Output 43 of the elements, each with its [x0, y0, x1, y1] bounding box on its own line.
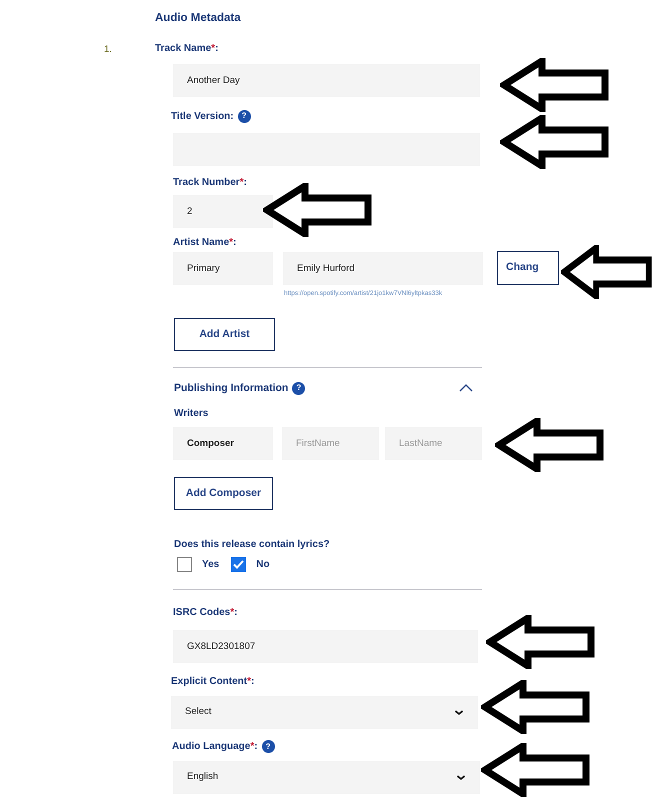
explicit-content-label: Explicit Content*:: [171, 676, 254, 688]
arrow-icon: [486, 615, 596, 669]
isrc-label: ISRC Codes*:: [173, 607, 238, 619]
title-version-label: Title Version:: [171, 111, 234, 122]
arrow-icon: [500, 58, 610, 112]
artist-name-label: Artist Name*:: [173, 237, 236, 249]
track-name-label: Track Name*:: [155, 43, 218, 55]
writers-label: Writers: [174, 408, 208, 420]
dropdown-chevron-icon[interactable]: [454, 709, 464, 716]
audio-language-label: Audio Language*:: [172, 740, 258, 752]
checkbox-label[interactable]: No: [256, 558, 270, 570]
arrow-icon: [481, 743, 591, 797]
arrow-icon: [481, 680, 591, 734]
section-heading: Publishing Information: [174, 382, 288, 394]
add-composer-button[interactable]: Add Composer: [174, 477, 273, 510]
input-field[interactable]: 2: [173, 195, 273, 228]
add-artist-button[interactable]: Add Artist: [174, 318, 275, 351]
track-index: 1.: [104, 43, 112, 57]
section-title: Audio Metadata: [155, 11, 241, 26]
help-icon[interactable]: ?: [262, 740, 275, 753]
lyrics-question: Does this release contain lyrics?: [174, 539, 330, 551]
dropdown-chevron-icon[interactable]: [456, 774, 466, 781]
arrow-icon: [561, 245, 653, 299]
input-field[interactable]: FirstName: [282, 427, 379, 460]
input-field[interactable]: Primary: [173, 252, 273, 285]
checkbox-label[interactable]: Yes: [202, 558, 220, 570]
help-icon[interactable]: ?: [238, 110, 251, 123]
track-number-label: Track Number*:: [173, 177, 247, 189]
checkbox[interactable]: [231, 557, 246, 572]
arrow-icon: [495, 418, 605, 472]
checkbox[interactable]: [177, 557, 192, 572]
change-button[interactable]: Chang: [497, 251, 559, 285]
input-field[interactable]: Emily Hurford: [283, 252, 483, 285]
select-field[interactable]: English: [173, 761, 480, 794]
select-field[interactable]: Select: [171, 696, 478, 729]
input-field[interactable]: GX8LD2301807: [173, 630, 478, 663]
arrow-icon: [500, 115, 610, 169]
collapse-chevron-icon[interactable]: [459, 384, 473, 392]
input-field[interactable]: LastName: [385, 427, 482, 460]
input-field[interactable]: Composer: [173, 427, 273, 460]
arrow-icon: [263, 183, 373, 237]
help-icon[interactable]: ?: [292, 382, 306, 395]
input-field[interactable]: Another Day: [173, 64, 480, 97]
